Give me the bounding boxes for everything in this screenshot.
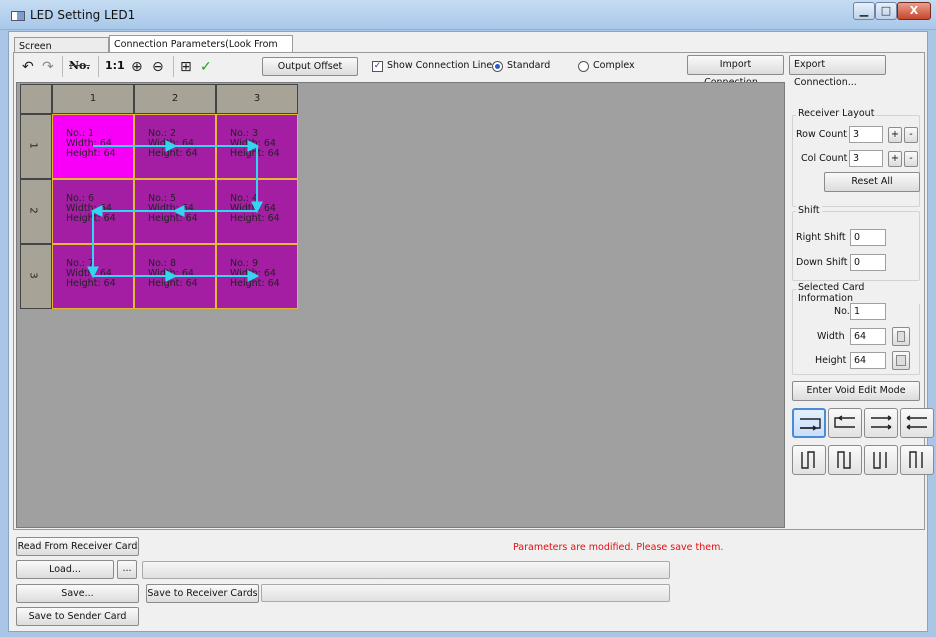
save-progress-bar (261, 584, 670, 602)
minimize-button[interactable]: ▁ (853, 2, 875, 20)
card-width-label: Width (817, 331, 845, 342)
app-icon (11, 11, 25, 21)
reset-all-button[interactable]: Reset All (824, 172, 920, 192)
row-count-minus-button[interactable]: - (904, 127, 918, 143)
load-button[interactable]: Load... (16, 560, 114, 579)
actual-size-button[interactable]: 1:1 (105, 59, 125, 72)
wiring-top-down-snake-icon[interactable] (792, 445, 826, 475)
show-numbers-toggle[interactable]: No. (69, 59, 90, 72)
card-width-field[interactable]: 64 (850, 328, 886, 345)
receiver-layout-title: Receiver Layout (796, 108, 877, 119)
row-count-field[interactable]: 3 (849, 126, 883, 143)
shift-title: Shift (796, 205, 822, 216)
title-bar[interactable]: LED Setting LED1 ▁ □ X (0, 0, 936, 30)
col-count-plus-button[interactable]: + (888, 151, 902, 167)
load-path-field (142, 561, 670, 579)
col-count-minus-button[interactable]: - (904, 151, 918, 167)
grid-icon[interactable]: ⊞ (180, 59, 192, 75)
tab-panel: ↶ ↷ No. 1:1 ⊕ ⊖ ⊞ ✓ Output Offset ✓ Show… (13, 52, 934, 530)
maximize-button[interactable]: □ (875, 2, 897, 20)
wiring-bottom-up-snake-icon[interactable] (828, 445, 862, 475)
standard-label: Standard (507, 60, 551, 71)
row-count-label: Row Count (796, 129, 847, 140)
col-count-field[interactable]: 3 (849, 150, 883, 167)
wiring-bottom-up-zigzag-icon[interactable] (900, 445, 934, 475)
wiring-top-down-zigzag-icon[interactable] (864, 445, 898, 475)
show-connection-lines-label: Show Connection Lines (387, 60, 498, 71)
wiring-left-right-snake-icon[interactable] (792, 408, 826, 438)
card-height-field[interactable]: 64 (850, 352, 886, 369)
standard-radio[interactable] (492, 61, 503, 72)
undo-icon[interactable]: ↶ (22, 59, 34, 75)
card-height-label: Height (815, 355, 847, 366)
toolbar-divider (62, 56, 63, 77)
wiring-left-right-zigzag-icon[interactable] (864, 408, 898, 438)
connection-lines (87, 140, 263, 282)
connection-canvas[interactable]: 1 2 3 1 2 3 No.: 1 Width: 64 Height: 64 … (16, 82, 785, 528)
output-offset-button[interactable]: Output Offset (262, 57, 358, 76)
apply-check-icon[interactable]: ✓ (200, 59, 212, 75)
down-shift-label: Down Shift (796, 257, 848, 268)
toolbar-divider (173, 56, 174, 77)
close-button[interactable]: X (897, 2, 931, 20)
right-shift-field[interactable]: 0 (850, 229, 886, 246)
complex-label: Complex (593, 60, 635, 71)
save-to-sender-card-button[interactable]: Save to Sender Card (16, 607, 139, 626)
show-connection-lines-checkbox[interactable]: ✓ (372, 61, 383, 72)
down-shift-field[interactable]: 0 (850, 254, 886, 271)
card-no-field[interactable]: 1 (850, 303, 886, 320)
tab-screen-parameters[interactable]: Screen Parameters (14, 37, 109, 69)
card-no-label: No. (834, 306, 850, 317)
complex-radio[interactable] (578, 61, 589, 72)
save-button[interactable]: Save... (16, 584, 139, 603)
zoom-in-icon[interactable]: ⊕ (131, 59, 143, 75)
row-count-plus-button[interactable]: + (888, 127, 902, 143)
void-edit-mode-button[interactable]: Enter Void Edit Mode (792, 381, 920, 401)
status-message: Parameters are modified. Please save the… (513, 542, 724, 553)
wiring-right-left-zigzag-icon[interactable] (900, 408, 934, 438)
redo-icon[interactable]: ↷ (42, 59, 54, 75)
height-apply-icon[interactable] (892, 351, 910, 370)
read-from-receiver-card-button[interactable]: Read From Receiver Card (16, 537, 139, 556)
wiring-right-left-snake-icon[interactable] (828, 408, 862, 438)
import-connection-button[interactable]: Import Connection... (687, 55, 784, 88)
toolbar-divider (98, 56, 99, 77)
window-title: LED Setting LED1 (30, 8, 136, 22)
browse-button[interactable]: ... (117, 560, 137, 579)
save-to-receiver-cards-button[interactable]: Save to Receiver Cards (146, 584, 259, 603)
right-shift-label: Right Shift (796, 232, 846, 243)
selected-card-title: Selected Card Information (796, 282, 924, 304)
tab-connection-parameters[interactable]: Connection Parameters(Look From Front) (109, 35, 293, 67)
window-client: Screen Parameters Connection Parameters(… (8, 31, 934, 632)
export-connection-button[interactable]: Export Connection... (789, 55, 886, 88)
width-apply-icon[interactable] (892, 327, 910, 346)
zoom-out-icon[interactable]: ⊖ (152, 59, 164, 75)
col-count-label: Col Count (801, 153, 848, 164)
